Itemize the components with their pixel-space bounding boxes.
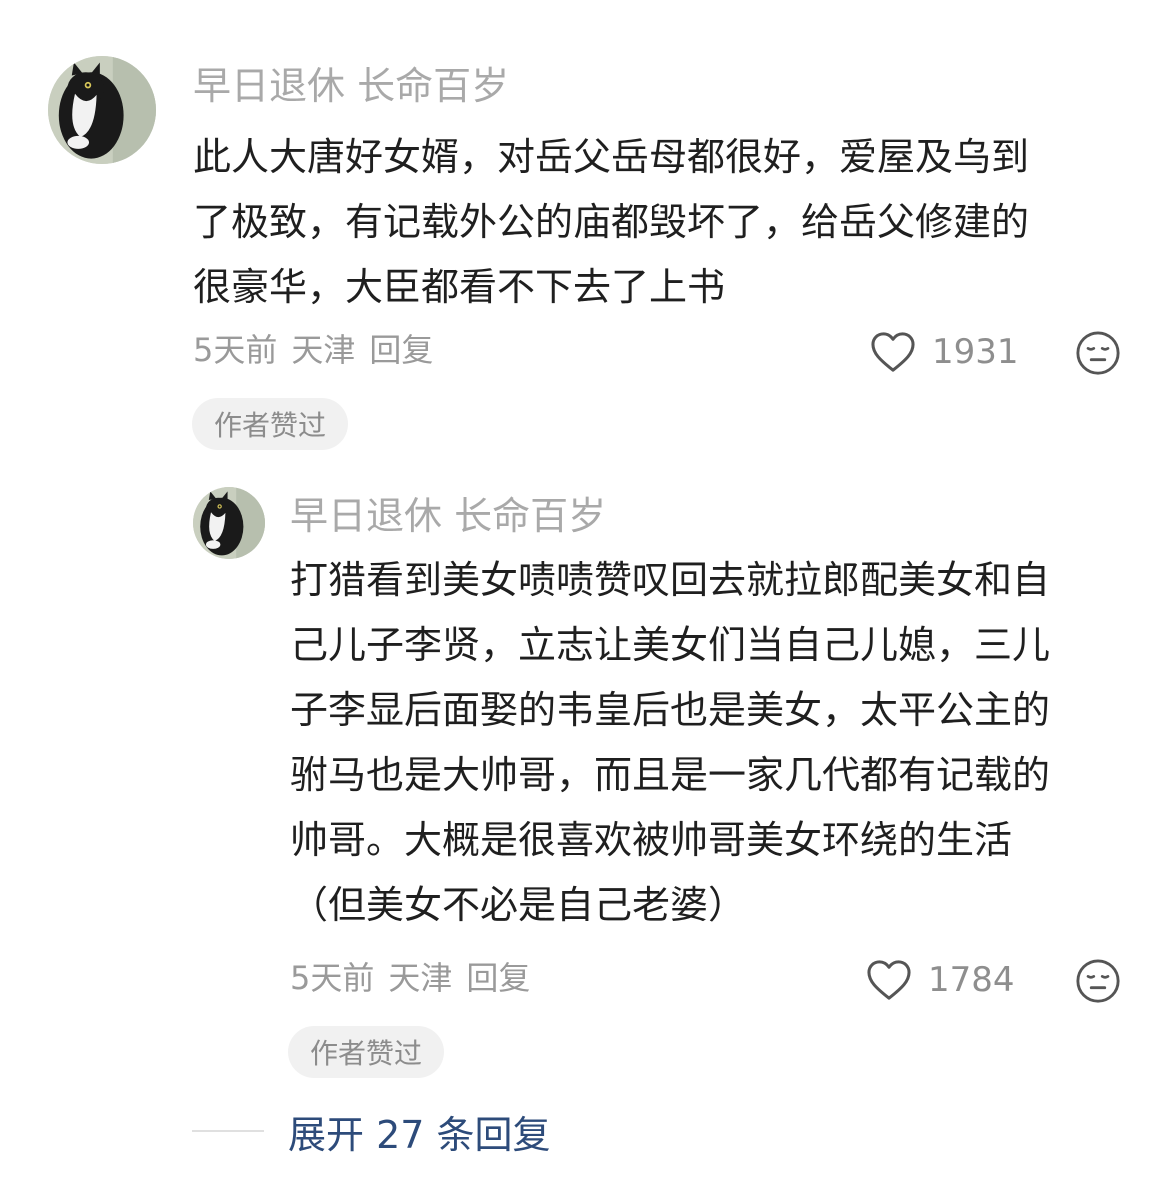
comment-text-line: 打猎看到美女啧啧赞叹回去就拉郎配美女和自	[290, 558, 1051, 602]
heart-icon	[871, 332, 915, 372]
avatar[interactable]	[193, 487, 265, 559]
dislike-button[interactable]	[1075, 958, 1121, 1004]
comment-time: 5天前	[290, 959, 375, 997]
author-liked-badge: 作者赞过	[288, 1026, 444, 1078]
comment-text-line: 很豪华，大臣都看不下去了上书	[193, 265, 726, 309]
author-liked-badge: 作者赞过	[192, 398, 348, 450]
comment-location: 天津	[291, 331, 356, 369]
like-button[interactable]: 1784	[866, 958, 1015, 1002]
expand-replies-button[interactable]: 展开 27 条回复	[288, 1104, 551, 1159]
comment-meta: 5天前 天津 回复	[193, 328, 447, 372]
comment-text-line: 此人大唐好女婿，对岳父岳母都很好，爱屋及乌到	[193, 135, 1030, 179]
comment-location: 天津	[388, 959, 453, 997]
expand-replies-row: 展开 27 条回复	[192, 1104, 551, 1158]
comment-text-line: （但美女不必是自己老婆）	[290, 883, 747, 927]
like-button[interactable]: 1931	[870, 330, 1019, 374]
cat-avatar-icon	[193, 487, 265, 559]
comment-text-line: 子李显后面娶的韦皇后也是美女，太平公主的	[290, 688, 1051, 732]
comment-username[interactable]: 早日退休 长命百岁	[193, 60, 509, 112]
comment-text-line: 帅哥。大概是很喜欢被帅哥美女环绕的生活	[290, 818, 1013, 862]
comment-meta: 5天前 天津 回复	[290, 956, 544, 1000]
dislike-button[interactable]	[1075, 330, 1121, 376]
reply-button[interactable]: 回复	[466, 956, 530, 1000]
divider	[192, 1130, 264, 1132]
comment-text-line: 了极致，有记载外公的庙都毁坏了，给岳父修建的	[193, 200, 1030, 244]
like-count: 1784	[928, 960, 1015, 1000]
dislike-face-icon	[1076, 331, 1120, 375]
comment-text-line: 己儿子李贤，立志让美女们当自己儿媳，三儿	[290, 623, 1051, 667]
like-count: 1931	[932, 332, 1019, 372]
comment-text: 打猎看到美女啧啧赞叹回去就拉郎配美女和自 己儿子李贤，立志让美女们当自己儿媳，三…	[290, 548, 1050, 938]
heart-icon	[867, 960, 911, 1000]
comment-text-line: 驸马也是大帅哥，而且是一家几代都有记载的	[290, 753, 1051, 797]
reply-button[interactable]: 回复	[369, 328, 433, 372]
dislike-face-icon	[1076, 959, 1120, 1003]
comment-time: 5天前	[193, 331, 278, 369]
comment-username[interactable]: 早日退休 长命百岁	[290, 490, 606, 542]
cat-avatar-icon	[48, 56, 156, 164]
avatar[interactable]	[48, 56, 156, 164]
comment-text: 此人大唐好女婿，对岳父岳母都很好，爱屋及乌到 了极致，有记载外公的庙都毁坏了，给…	[193, 125, 1029, 320]
